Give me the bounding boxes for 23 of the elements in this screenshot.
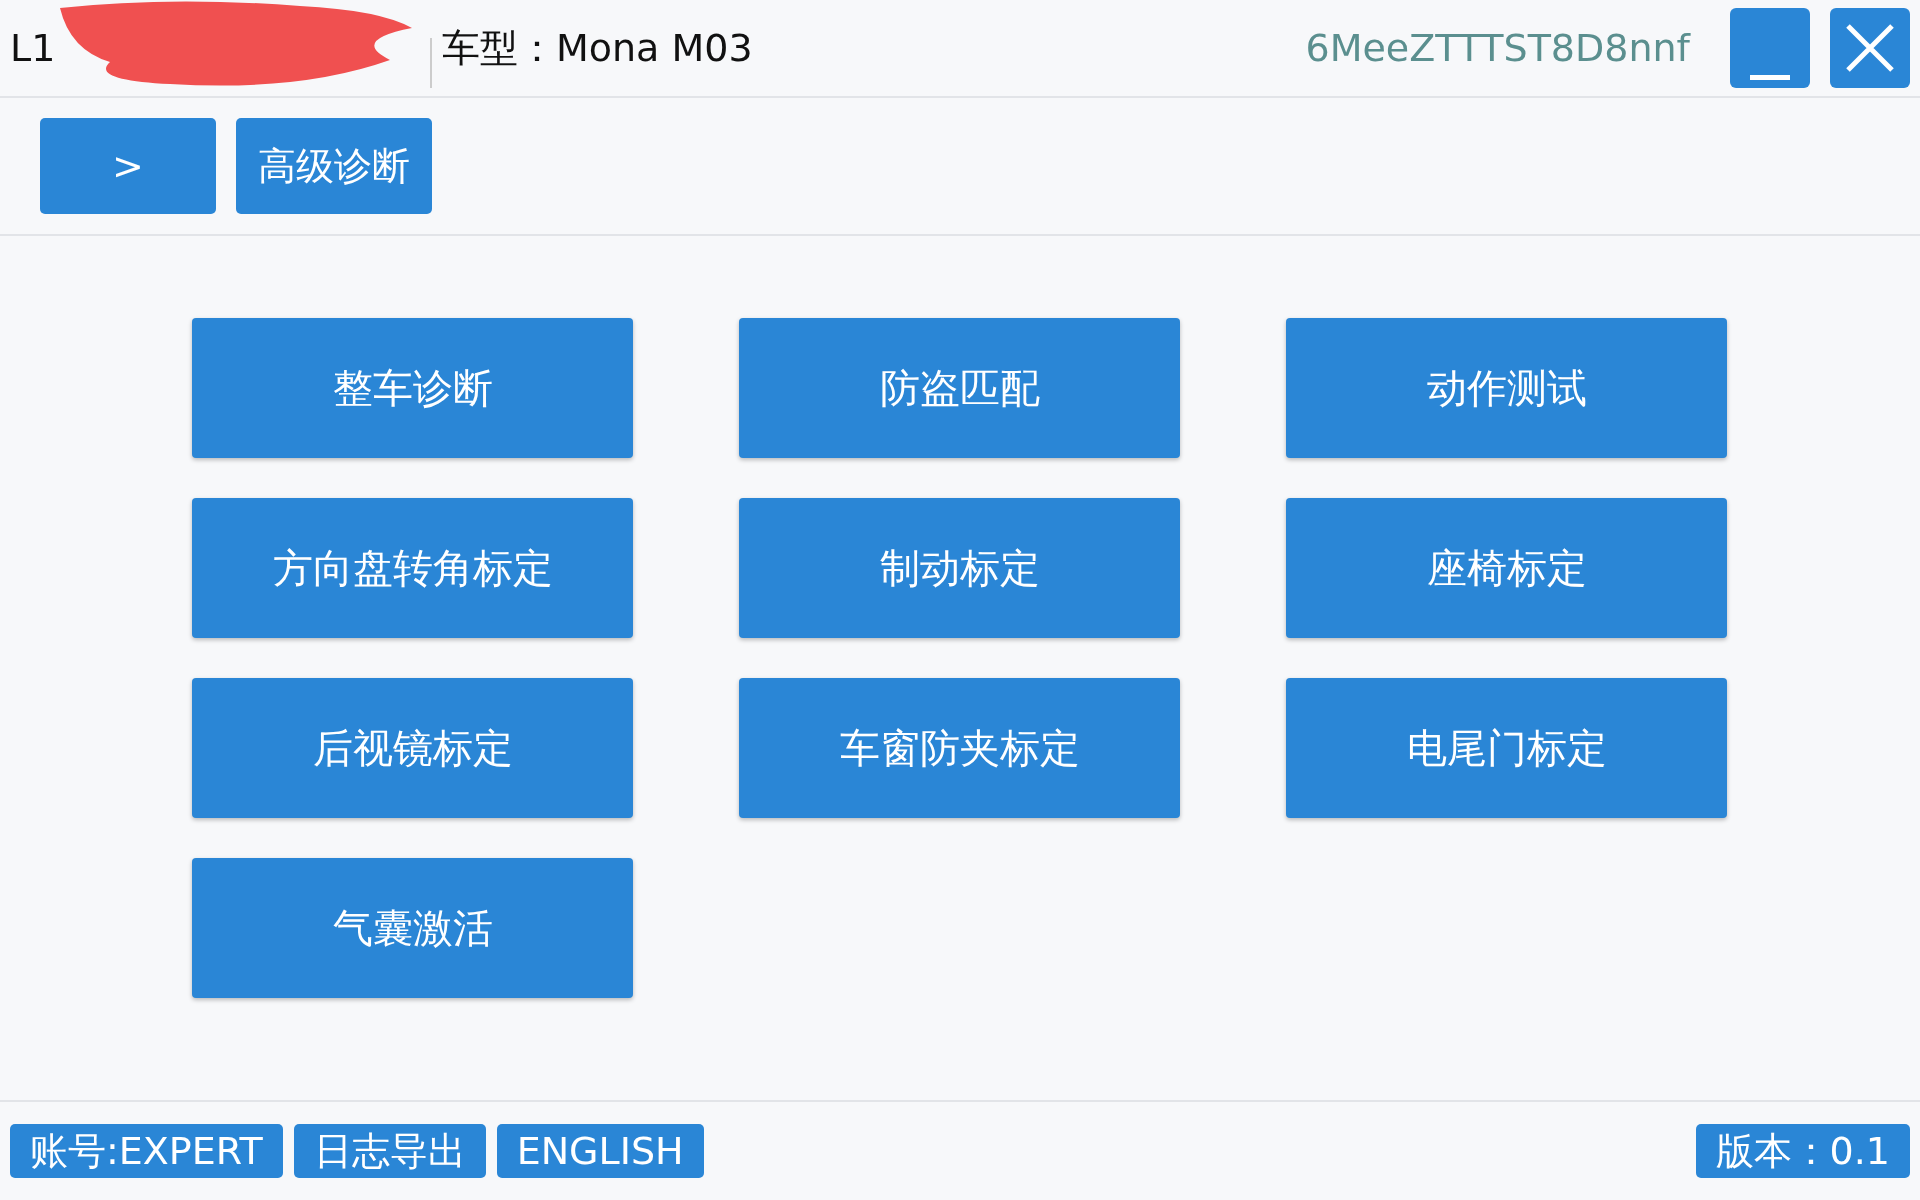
close-button[interactable] bbox=[1830, 8, 1910, 88]
footer-button[interactable]: 日志导出 bbox=[293, 1124, 486, 1178]
version-label: 版本：0.1 bbox=[1695, 1124, 1910, 1178]
footer-button[interactable]: ENGLISH bbox=[496, 1124, 704, 1178]
function-button[interactable]: 动作测试 bbox=[1286, 318, 1727, 458]
function-button[interactable]: 车窗防夹标定 bbox=[739, 678, 1180, 818]
close-icon bbox=[1844, 22, 1896, 74]
minimize-button[interactable] bbox=[1730, 8, 1810, 88]
function-button[interactable]: 整车诊断 bbox=[192, 318, 633, 458]
function-button[interactable]: 制动标定 bbox=[739, 498, 1180, 638]
function-button[interactable]: 气囊激活 bbox=[192, 858, 633, 998]
function-button[interactable]: 方向盘转角标定 bbox=[192, 498, 633, 638]
vehicle-id: L1 bbox=[10, 26, 56, 70]
minimize-icon bbox=[1750, 74, 1790, 80]
vehicle-model: 车型：Mona M03 bbox=[442, 24, 753, 72]
nav-button[interactable]: > bbox=[40, 118, 216, 214]
function-button[interactable]: 座椅标定 bbox=[1286, 498, 1727, 638]
footer-button[interactable]: 账号:EXPERT bbox=[10, 1124, 283, 1178]
function-button[interactable]: 防盗匹配 bbox=[739, 318, 1180, 458]
nav-button[interactable]: 高级诊断 bbox=[236, 118, 432, 214]
device-id: 6MeeZTTTST8D8nnf bbox=[1305, 26, 1690, 70]
function-button[interactable]: 电尾门标定 bbox=[1286, 678, 1727, 818]
function-button[interactable]: 后视镜标定 bbox=[192, 678, 633, 818]
